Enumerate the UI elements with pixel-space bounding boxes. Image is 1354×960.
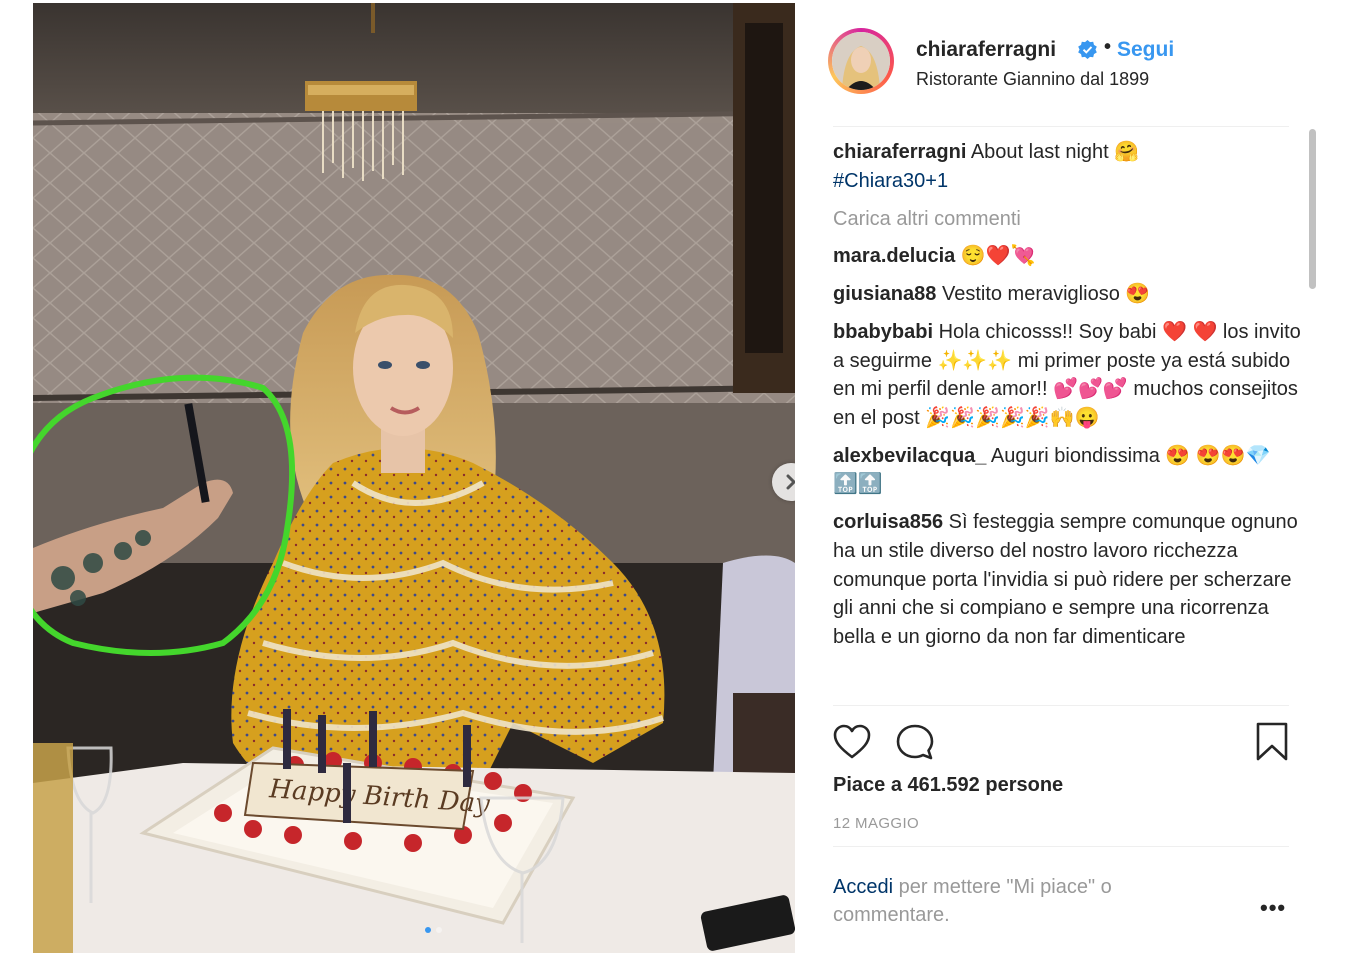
post-date: 12 MAGGIO [833,815,920,832]
load-more-comments-button[interactable]: Carica altri commenti [833,205,1303,234]
post-location[interactable]: Ristorante Giannino dal 1899 [916,69,1149,90]
post-photo: Happy Birth Day [33,3,795,953]
post-side-panel: chiaraferragni • Segui Ristorante Gianni… [795,0,1354,960]
avatar[interactable] [828,28,894,94]
comments-list: chiaraferragni About last night 🤗 #Chiar… [833,138,1303,703]
caption-text: About last night [970,141,1109,163]
comment-username[interactable]: giusiana88 [833,283,936,305]
likes-count[interactable]: Piace a 461.592 persone [833,774,1063,797]
actions-divider [833,705,1289,706]
login-prompt: Accedi per mettere "Mi piace" o commenta… [833,873,1203,929]
carousel-indicator [425,927,442,933]
caption-hashtag[interactable]: #Chiara30+1 [833,170,948,192]
carousel-dot-2 [436,927,442,933]
comment-item: mara.delucia 😌❤️💘 [833,242,1303,271]
post-actions [833,722,1293,764]
avatar-image [832,32,890,90]
comment-item: alexbevilacqua_ Auguri biondissima 😍 😍😍💎… [833,442,1303,499]
hugging-face-icon: 🤗 [1114,141,1140,164]
follow-button[interactable]: Segui [1117,38,1174,62]
comment-icon[interactable] [895,723,935,761]
comments-scrollbar[interactable] [1307,127,1317,705]
photo-scene: Happy Birth Day [33,3,795,953]
scrollbar-thumb[interactable] [1309,129,1316,289]
more-options-button[interactable]: ••• [1260,895,1286,921]
comment-username[interactable]: mara.delucia [833,245,955,267]
footer-divider [833,846,1289,847]
heart-icon[interactable] [833,724,871,760]
post-header: chiaraferragni • Segui Ristorante Gianni… [828,28,1288,108]
comment-item: bbabybabi Hola chicosss!! Soy babi ❤️ ❤️… [833,318,1303,433]
comment-username[interactable]: bbabybabi [833,321,933,343]
comment-username[interactable]: corluisa856 [833,511,943,533]
post-username[interactable]: chiaraferragni [916,38,1056,62]
caption-username[interactable]: chiaraferragni [833,141,966,163]
comment-username[interactable]: alexbevilacqua_ [833,445,986,467]
header-divider [833,126,1289,127]
caption: chiaraferragni About last night 🤗 #Chiar… [833,138,1303,196]
comment-item: giusiana88 Vestito meraviglioso 😍 [833,280,1303,309]
comment-text: 😌❤️💘 [960,245,1036,268]
carousel-dot-1 [425,927,431,933]
header-separator: • [1104,36,1112,58]
login-link[interactable]: Accedi [833,876,893,898]
verified-badge-icon [1078,40,1097,59]
profile-photo [832,32,890,90]
comment-text: Vestito meraviglioso 😍 [941,283,1151,306]
bookmark-icon[interactable] [1255,722,1289,762]
chevron-right-icon [786,474,795,490]
comment-item: corluisa856 Sì festeggia sempre comunque… [833,508,1303,652]
